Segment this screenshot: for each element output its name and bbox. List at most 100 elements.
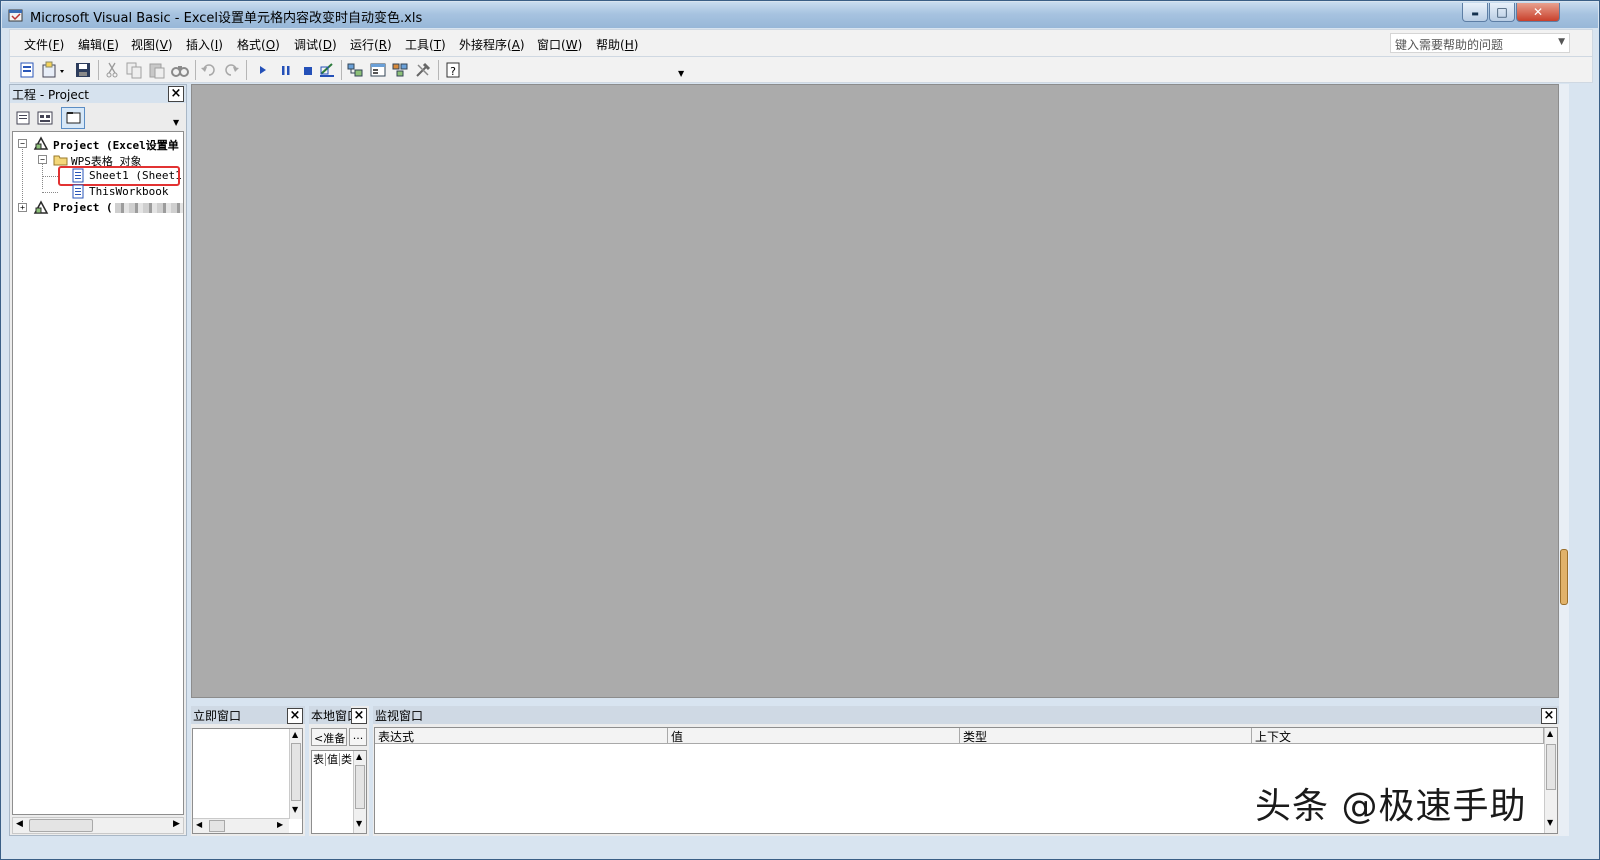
close-project-pane-button[interactable]: × bbox=[168, 86, 184, 102]
menu-file[interactable]: 文件(F) bbox=[24, 36, 64, 53]
run-icon[interactable] bbox=[254, 61, 272, 79]
maximize-button[interactable]: □ bbox=[1489, 3, 1515, 22]
menu-run[interactable]: 运行(R) bbox=[350, 36, 392, 53]
close-icon: × bbox=[353, 708, 365, 723]
vertical-scrollbar[interactable]: ▲ ▼ bbox=[289, 729, 302, 819]
minimize-button[interactable]: ▬ bbox=[1462, 3, 1488, 22]
folder-open-icon bbox=[53, 155, 68, 166]
menu-edit[interactable]: 编辑(E) bbox=[78, 36, 119, 53]
close-window-button[interactable]: ✕ bbox=[1516, 3, 1560, 22]
find-icon[interactable] bbox=[171, 61, 189, 79]
close-immediate-button[interactable]: × bbox=[287, 708, 303, 724]
locals-list[interactable]: 表值类 ▲ ▼ bbox=[311, 750, 367, 834]
toggle-folders-button[interactable] bbox=[61, 107, 85, 129]
close-icon: ✕ bbox=[1532, 5, 1544, 19]
locals-col-type: 类 bbox=[341, 753, 352, 766]
paste-icon[interactable] bbox=[148, 61, 166, 79]
reset-icon[interactable] bbox=[299, 61, 317, 79]
locals-col-value: 值 bbox=[326, 753, 340, 766]
undo-icon[interactable] bbox=[200, 61, 218, 79]
watch-window-title: 监视窗口 bbox=[375, 709, 424, 723]
window-title: Microsoft Visual Basic - Excel设置单元格内容改变时… bbox=[30, 11, 423, 26]
view-code-icon[interactable] bbox=[14, 109, 32, 127]
expand-icon[interactable]: + bbox=[18, 203, 27, 212]
scroll-left-icon[interactable]: ◀ bbox=[16, 819, 23, 829]
horizontal-scrollbar[interactable]: ◀ ▶ bbox=[193, 818, 289, 833]
menu-help[interactable]: 帮助(H) bbox=[596, 36, 638, 53]
collapse-icon[interactable]: − bbox=[18, 139, 27, 148]
close-icon: × bbox=[289, 708, 301, 723]
standard-toolbar: ? ▼ bbox=[9, 57, 1593, 83]
collapse-icon[interactable]: − bbox=[38, 155, 47, 164]
scroll-thumb[interactable] bbox=[1546, 744, 1556, 790]
immediate-input[interactable]: ▲ ▼ ◀ ▶ bbox=[192, 728, 303, 834]
scroll-thumb[interactable] bbox=[291, 743, 301, 801]
view-object-icon[interactable] bbox=[36, 109, 54, 127]
project-explorer-title: 工程 - Project bbox=[12, 88, 90, 102]
watch-col-expression[interactable]: 表达式 bbox=[375, 728, 668, 744]
code-window-area[interactable] bbox=[191, 84, 1559, 698]
immediate-window: 立即窗口 × ▲ ▼ ◀ ▶ bbox=[191, 706, 305, 836]
scroll-right-icon[interactable]: ▶ bbox=[277, 820, 283, 829]
menu-addins[interactable]: 外接程序(A) bbox=[459, 36, 525, 53]
scroll-thumb[interactable] bbox=[209, 820, 225, 832]
toolbar-options-icon[interactable]: ▼ bbox=[678, 69, 684, 78]
workbook-module-icon bbox=[72, 184, 84, 199]
minimize-icon: ▬ bbox=[1471, 9, 1479, 18]
scroll-down-icon[interactable]: ▼ bbox=[292, 805, 298, 814]
right-scroll-thumb[interactable] bbox=[1560, 549, 1568, 605]
locals-window-title: 本地窗口 bbox=[311, 709, 351, 723]
vertical-scrollbar[interactable]: ▲ ▼ bbox=[1544, 728, 1557, 833]
menu-format[interactable]: 格式(O) bbox=[237, 36, 280, 53]
watch-col-value[interactable]: 值 bbox=[668, 728, 960, 744]
watch-col-context[interactable]: 上下文 bbox=[1252, 728, 1544, 744]
vertical-scrollbar[interactable]: ▲ ▼ bbox=[353, 751, 366, 833]
menu-debug[interactable]: 调试(D) bbox=[294, 36, 337, 53]
help-search-input[interactable]: 键入需要帮助的问题 ▼ bbox=[1390, 33, 1570, 53]
properties-icon[interactable] bbox=[369, 61, 387, 79]
maximize-icon: □ bbox=[1496, 5, 1508, 19]
scroll-right-icon[interactable]: ▶ bbox=[173, 819, 180, 829]
help-icon[interactable]: ? bbox=[444, 61, 462, 79]
chevron-down-icon[interactable]: ▼ bbox=[173, 118, 179, 127]
object-browser-icon[interactable] bbox=[391, 61, 409, 79]
scroll-up-icon[interactable]: ▲ bbox=[1547, 729, 1553, 738]
break-icon[interactable] bbox=[277, 61, 295, 79]
scroll-up-icon[interactable]: ▲ bbox=[356, 752, 362, 761]
menu-view[interactable]: 视图(V) bbox=[131, 36, 173, 53]
scroll-down-icon[interactable]: ▼ bbox=[356, 819, 362, 828]
vba-project-icon bbox=[33, 200, 49, 214]
call-stack-button[interactable]: ... bbox=[349, 728, 367, 746]
watch-col-type[interactable]: 类型 bbox=[960, 728, 1252, 744]
project-explorer-pane: 工程 - Project × ▼ − Project (Excel设置单 − W… bbox=[9, 84, 187, 836]
close-locals-button[interactable]: × bbox=[351, 708, 367, 724]
insert-module-icon[interactable] bbox=[40, 61, 66, 79]
title-bar[interactable]: Microsoft Visual Basic - Excel设置单元格内容改变时… bbox=[2, 2, 1598, 28]
toolbox-icon[interactable] bbox=[414, 61, 432, 79]
project-horizontal-scrollbar[interactable]: ◀ ▶ bbox=[12, 817, 184, 834]
save-icon[interactable] bbox=[74, 61, 92, 79]
scroll-thumb[interactable] bbox=[355, 765, 365, 809]
scroll-left-icon[interactable]: ◀ bbox=[196, 820, 202, 829]
chevron-down-icon[interactable]: ▼ bbox=[1558, 37, 1565, 47]
view-excel-icon[interactable] bbox=[18, 61, 36, 79]
menu-insert[interactable]: 插入(I) bbox=[186, 36, 223, 53]
cut-icon[interactable] bbox=[103, 61, 121, 79]
scroll-thumb[interactable] bbox=[29, 819, 93, 832]
toolbar-separator bbox=[438, 60, 439, 80]
tree-connector bbox=[42, 176, 58, 177]
menu-tools[interactable]: 工具(T) bbox=[405, 36, 446, 53]
scroll-down-icon[interactable]: ▼ bbox=[1547, 818, 1553, 827]
vba-project-icon bbox=[33, 136, 49, 150]
copy-icon[interactable] bbox=[125, 61, 143, 79]
scroll-up-icon[interactable]: ▲ bbox=[292, 730, 298, 739]
project-explorer-icon[interactable] bbox=[346, 61, 364, 79]
locals-col-expression: 表 bbox=[312, 753, 326, 766]
redo-icon[interactable] bbox=[222, 61, 240, 79]
tree-label-project2: Project ( bbox=[53, 201, 113, 214]
close-watch-button[interactable]: × bbox=[1541, 708, 1557, 724]
design-mode-icon[interactable] bbox=[318, 61, 336, 79]
menu-window[interactable]: 窗口(W) bbox=[537, 36, 582, 53]
right-edge-scrollbar[interactable] bbox=[1559, 84, 1569, 836]
help-search-placeholder: 键入需要帮助的问题 bbox=[1395, 38, 1504, 52]
